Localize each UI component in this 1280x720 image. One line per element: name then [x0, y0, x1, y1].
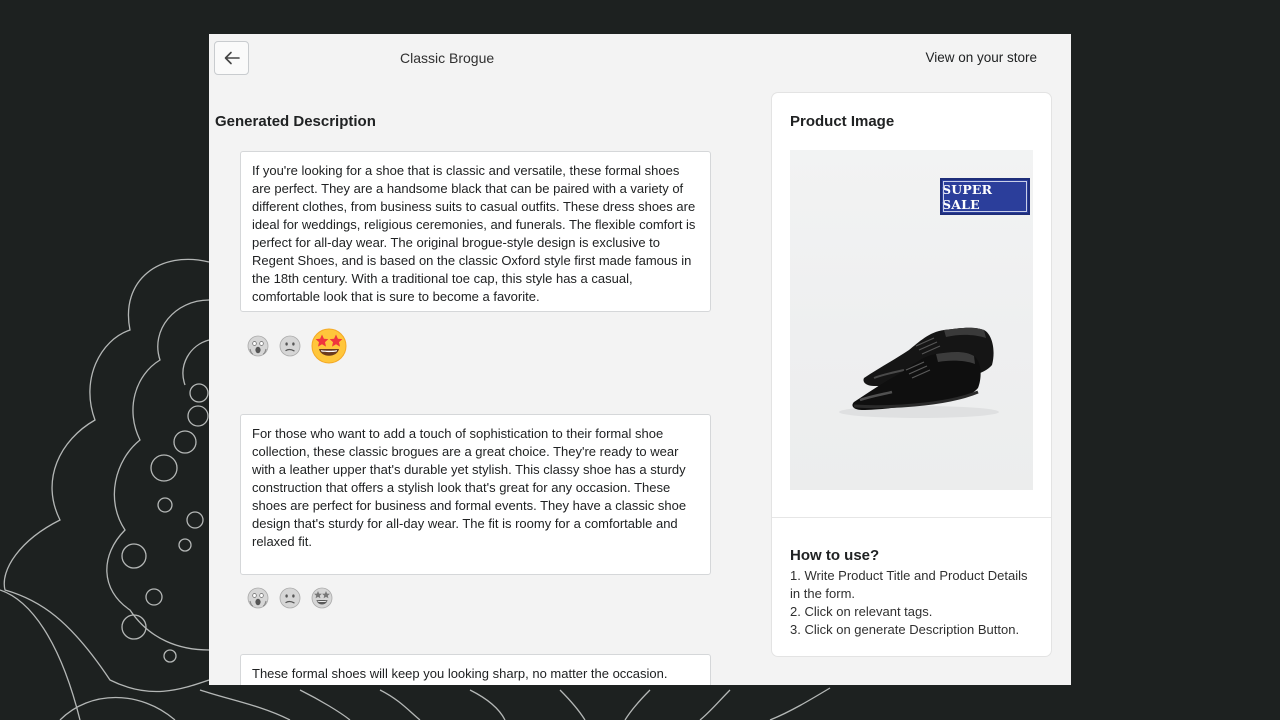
- step-item: 1. Write Product Title and Product Detai…: [790, 568, 1028, 601]
- app-window: Classic Brogue View on your store Genera…: [209, 34, 1071, 685]
- screaming-face-icon[interactable]: [247, 587, 269, 609]
- top-bar: Classic Brogue View on your store: [209, 34, 1071, 84]
- confused-face-icon[interactable]: [279, 335, 301, 357]
- how-to-use-heading: How to use?: [790, 547, 880, 564]
- black-oxford-shoes-image: [839, 327, 999, 418]
- how-to-use-steps: 1. Write Product Title and Product Detai…: [790, 567, 1040, 639]
- confused-face-icon[interactable]: [279, 587, 301, 609]
- description-card: These formal shoes will keep you looking…: [240, 654, 711, 685]
- reaction-bar: [247, 587, 343, 609]
- arrow-left-icon: [224, 51, 240, 65]
- description-card: For those who want to add a touch of sop…: [240, 414, 711, 575]
- back-button[interactable]: [214, 41, 249, 75]
- screaming-face-icon[interactable]: [247, 335, 269, 357]
- generated-description-heading: Generated Description: [215, 113, 376, 130]
- view-on-store-link[interactable]: View on your store: [925, 50, 1037, 65]
- product-image: SUPER SALE: [790, 150, 1033, 490]
- reaction-bar: [247, 328, 357, 364]
- step-item: 2. Click on relevant tags.: [790, 604, 933, 619]
- page-title: Classic Brogue: [400, 50, 495, 66]
- description-card: If you're looking for a shoe that is cla…: [240, 151, 711, 312]
- panel-divider: [772, 517, 1051, 518]
- product-image-heading: Product Image: [790, 113, 895, 130]
- star-struck-face-icon[interactable]: [311, 587, 333, 609]
- product-info-panel: Product Image SUPER SALE How to use? 1. …: [772, 93, 1051, 656]
- star-struck-face-icon[interactable]: [311, 328, 347, 364]
- step-item: 3. Click on generate Description Button.: [790, 622, 1020, 637]
- super-sale-badge: SUPER SALE: [940, 178, 1030, 215]
